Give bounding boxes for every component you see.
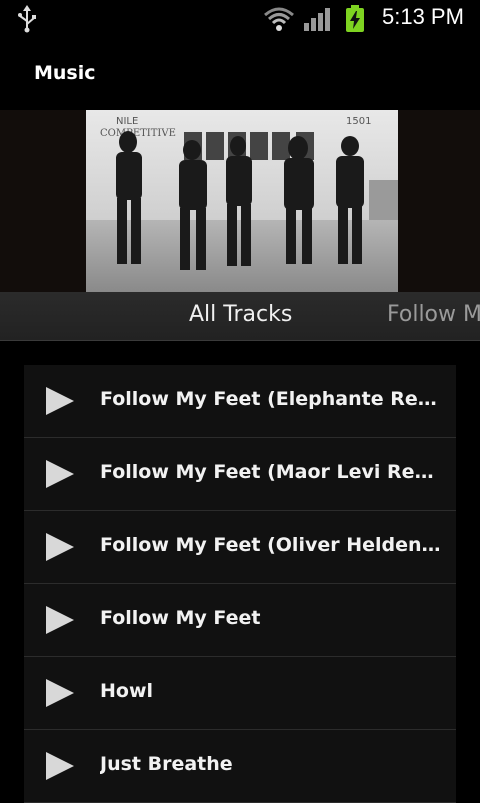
track-row[interactable]: Follow My Feet (Maor Levi Remix) <box>24 438 456 511</box>
play-icon[interactable] <box>46 752 74 780</box>
track-title: Howl <box>100 680 154 702</box>
status-bar: 5:13 PM <box>0 0 480 38</box>
tab-strip: All Tracks Follow M <box>0 292 480 341</box>
usb-icon <box>16 5 38 37</box>
track-title: Just Breathe <box>100 753 233 775</box>
battery-charging-icon <box>345 5 365 37</box>
track-title: Follow My Feet (Elephante Remix) <box>100 388 444 410</box>
sign-right-line1: 1501 <box>346 116 371 127</box>
action-bar: Music <box>0 38 480 110</box>
track-row[interactable]: Follow My Feet <box>24 584 456 657</box>
wifi-icon <box>263 6 295 36</box>
track-row[interactable]: Just Breathe <box>24 730 456 803</box>
play-icon[interactable] <box>46 679 74 707</box>
track-list-container: Follow My Feet (Elephante Remix) Follow … <box>0 341 480 803</box>
status-time: 5:13 PM <box>382 4 464 29</box>
track-row[interactable]: Follow My Feet (Elephante Remix) <box>24 365 456 438</box>
band-photo: NILE COMPETITIVE 1501 <box>86 110 398 292</box>
sign-left-line1: NILE <box>116 116 138 127</box>
play-icon[interactable] <box>46 606 74 634</box>
tab-all-tracks[interactable]: All Tracks <box>189 302 292 327</box>
tab-follow-my-feet[interactable]: Follow M <box>387 302 480 327</box>
play-icon[interactable] <box>46 460 74 488</box>
track-row[interactable]: Howl <box>24 657 456 730</box>
track-title: Follow My Feet (Oliver Heldens Remix) <box>100 534 444 556</box>
app-title: Music <box>34 62 96 84</box>
track-list: Follow My Feet (Elephante Remix) Follow … <box>24 365 456 803</box>
signal-icon <box>304 7 332 35</box>
sign-left-line2: COMPETITIVE <box>100 128 176 139</box>
track-title: Follow My Feet (Maor Levi Remix) <box>100 461 444 483</box>
play-icon[interactable] <box>46 533 74 561</box>
header-image: NILE COMPETITIVE 1501 <box>0 110 480 292</box>
play-icon[interactable] <box>46 387 74 415</box>
track-title: Follow My Feet <box>100 607 261 629</box>
track-row[interactable]: Follow My Feet (Oliver Heldens Remix) <box>24 511 456 584</box>
